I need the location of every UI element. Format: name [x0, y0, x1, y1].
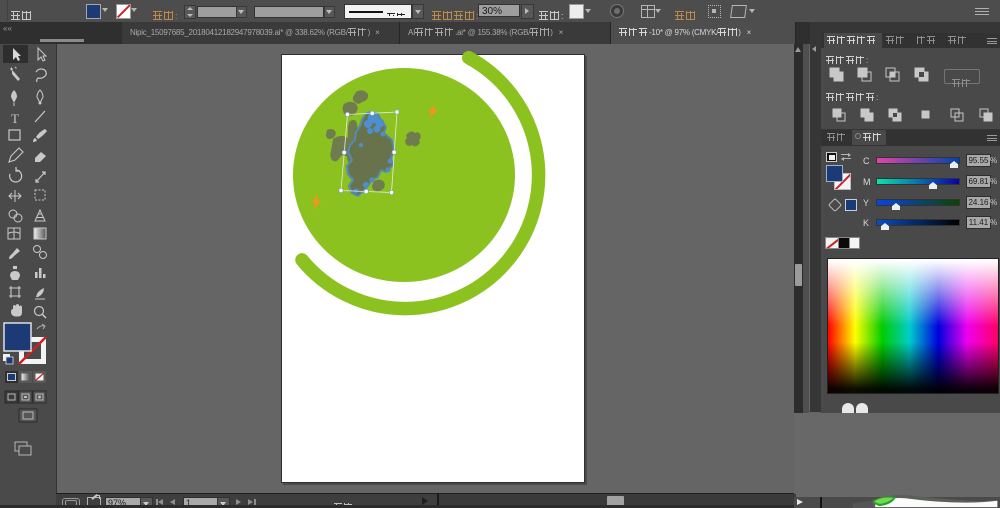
svg-text:T: T [11, 111, 19, 126]
